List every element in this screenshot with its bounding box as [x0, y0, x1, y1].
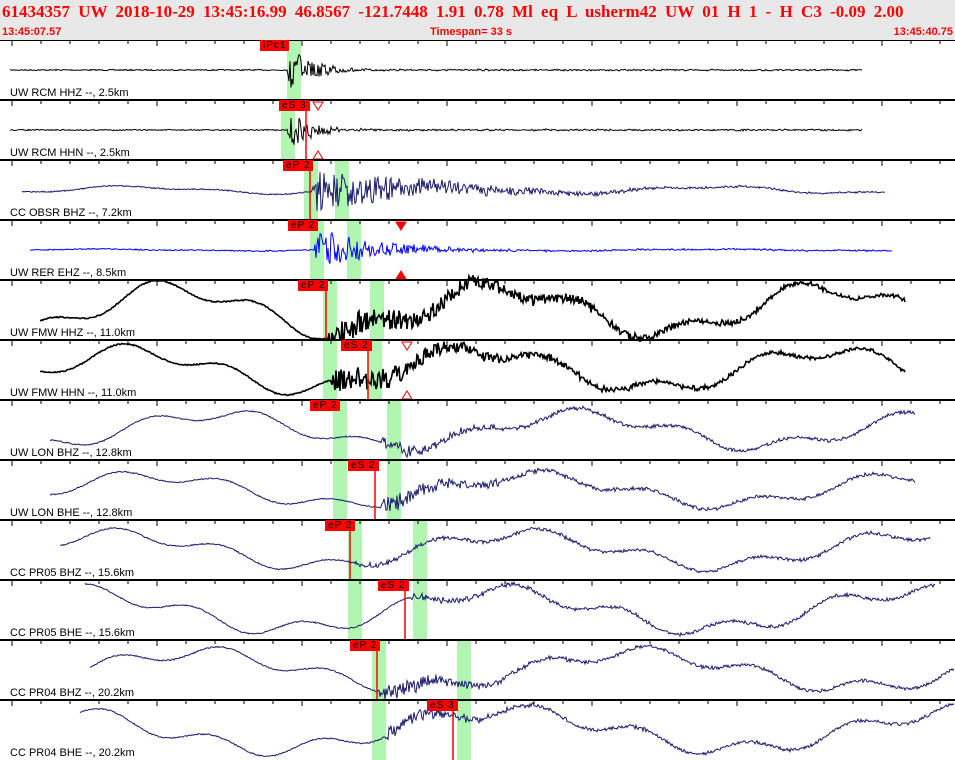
pick-window [370, 280, 384, 340]
waveform-trace [59, 526, 931, 574]
phase-pick-label[interactable]: eS 3 [279, 100, 310, 111]
amplitude-marker-icon [395, 270, 407, 280]
waveform-trace [21, 172, 886, 212]
phase-pick-label[interactable]: eP 2 [325, 520, 356, 531]
amplitude-marker-icon [312, 101, 324, 111]
waveform-trace [39, 341, 906, 397]
pick-window [347, 220, 361, 280]
amplitude-marker-icon [395, 221, 407, 231]
phase-pick-label[interactable]: eP 2 [288, 220, 319, 231]
waveform-trace [10, 53, 863, 88]
waveform-trace [49, 467, 916, 512]
pick-window [372, 700, 386, 760]
event-summary: 61434357 UW 2018-10-29 13:45:16.99 46.85… [2, 2, 904, 21]
phase-pick-label[interactable]: eS 2 [341, 340, 372, 351]
pick-window [348, 580, 362, 640]
channel-label: UW FMW HHN --, 11.0km [10, 387, 137, 399]
phase-pick-label[interactable]: iPc1 [260, 40, 290, 51]
pick-window [457, 700, 471, 760]
amplitude-marker-icon [312, 150, 324, 160]
pick-window [333, 460, 347, 520]
phase-pick-label[interactable]: eP 2 [310, 400, 341, 411]
channel-label: UW RCM HHN --, 2.5km [10, 147, 130, 159]
phase-pick-label[interactable]: eP 2 [283, 160, 314, 171]
phase-pick-label[interactable]: eS 2 [378, 580, 409, 591]
waveform-trace [9, 117, 863, 145]
seismogram-panels[interactable] [0, 40, 955, 760]
channel-label: UW RCM HHZ --, 2.5km [10, 87, 129, 99]
pick-window [457, 640, 471, 700]
end-time: 13:45:40.75 [893, 26, 953, 38]
pick-window [413, 520, 427, 580]
waveform-trace [79, 702, 955, 757]
amplitude-marker-icon [401, 341, 413, 351]
event-header: 61434357 UW 2018-10-29 13:45:16.99 46.85… [0, 0, 955, 40]
pick-window [387, 460, 401, 520]
channel-label: CC PR05 BHE --, 15.6km [10, 627, 135, 639]
amplitude-marker-icon [401, 390, 413, 400]
waveform-trace [39, 273, 906, 348]
pick-window [323, 340, 337, 400]
channel-label: CC PR05 BHZ --, 15.6km [10, 567, 135, 579]
channel-label: UW LON BHE --, 12.8km [10, 507, 133, 519]
waveform-trace [89, 643, 955, 700]
channel-label: UW RER EHZ --, 8.5km [10, 267, 127, 279]
channel-label: UW LON BHZ --, 12.8km [10, 447, 132, 459]
channel-label: UW FMW HHZ --, 11.0km [10, 327, 136, 339]
timespan: Timespan= 33 s [430, 26, 513, 38]
phase-pick-label[interactable]: eP 2 [350, 640, 381, 651]
channel-label: CC OBSR BHZ --, 7.2km [10, 207, 132, 219]
phase-pick-label[interactable]: eP 2 [298, 280, 329, 291]
channel-label: CC PR04 BHE --, 20.2km [10, 747, 135, 759]
waveform-trace [49, 405, 916, 459]
phase-pick-label[interactable]: eS 2 [348, 460, 379, 471]
pick-window [413, 580, 427, 640]
start-time: 13:45:07.57 [2, 26, 62, 38]
pick-window [387, 400, 401, 460]
waveform-trace [29, 231, 893, 264]
channel-label: CC PR04 BHZ --, 20.2km [10, 687, 135, 699]
waveform-trace [84, 580, 936, 638]
phase-pick-label[interactable]: eS 3 [427, 700, 458, 711]
